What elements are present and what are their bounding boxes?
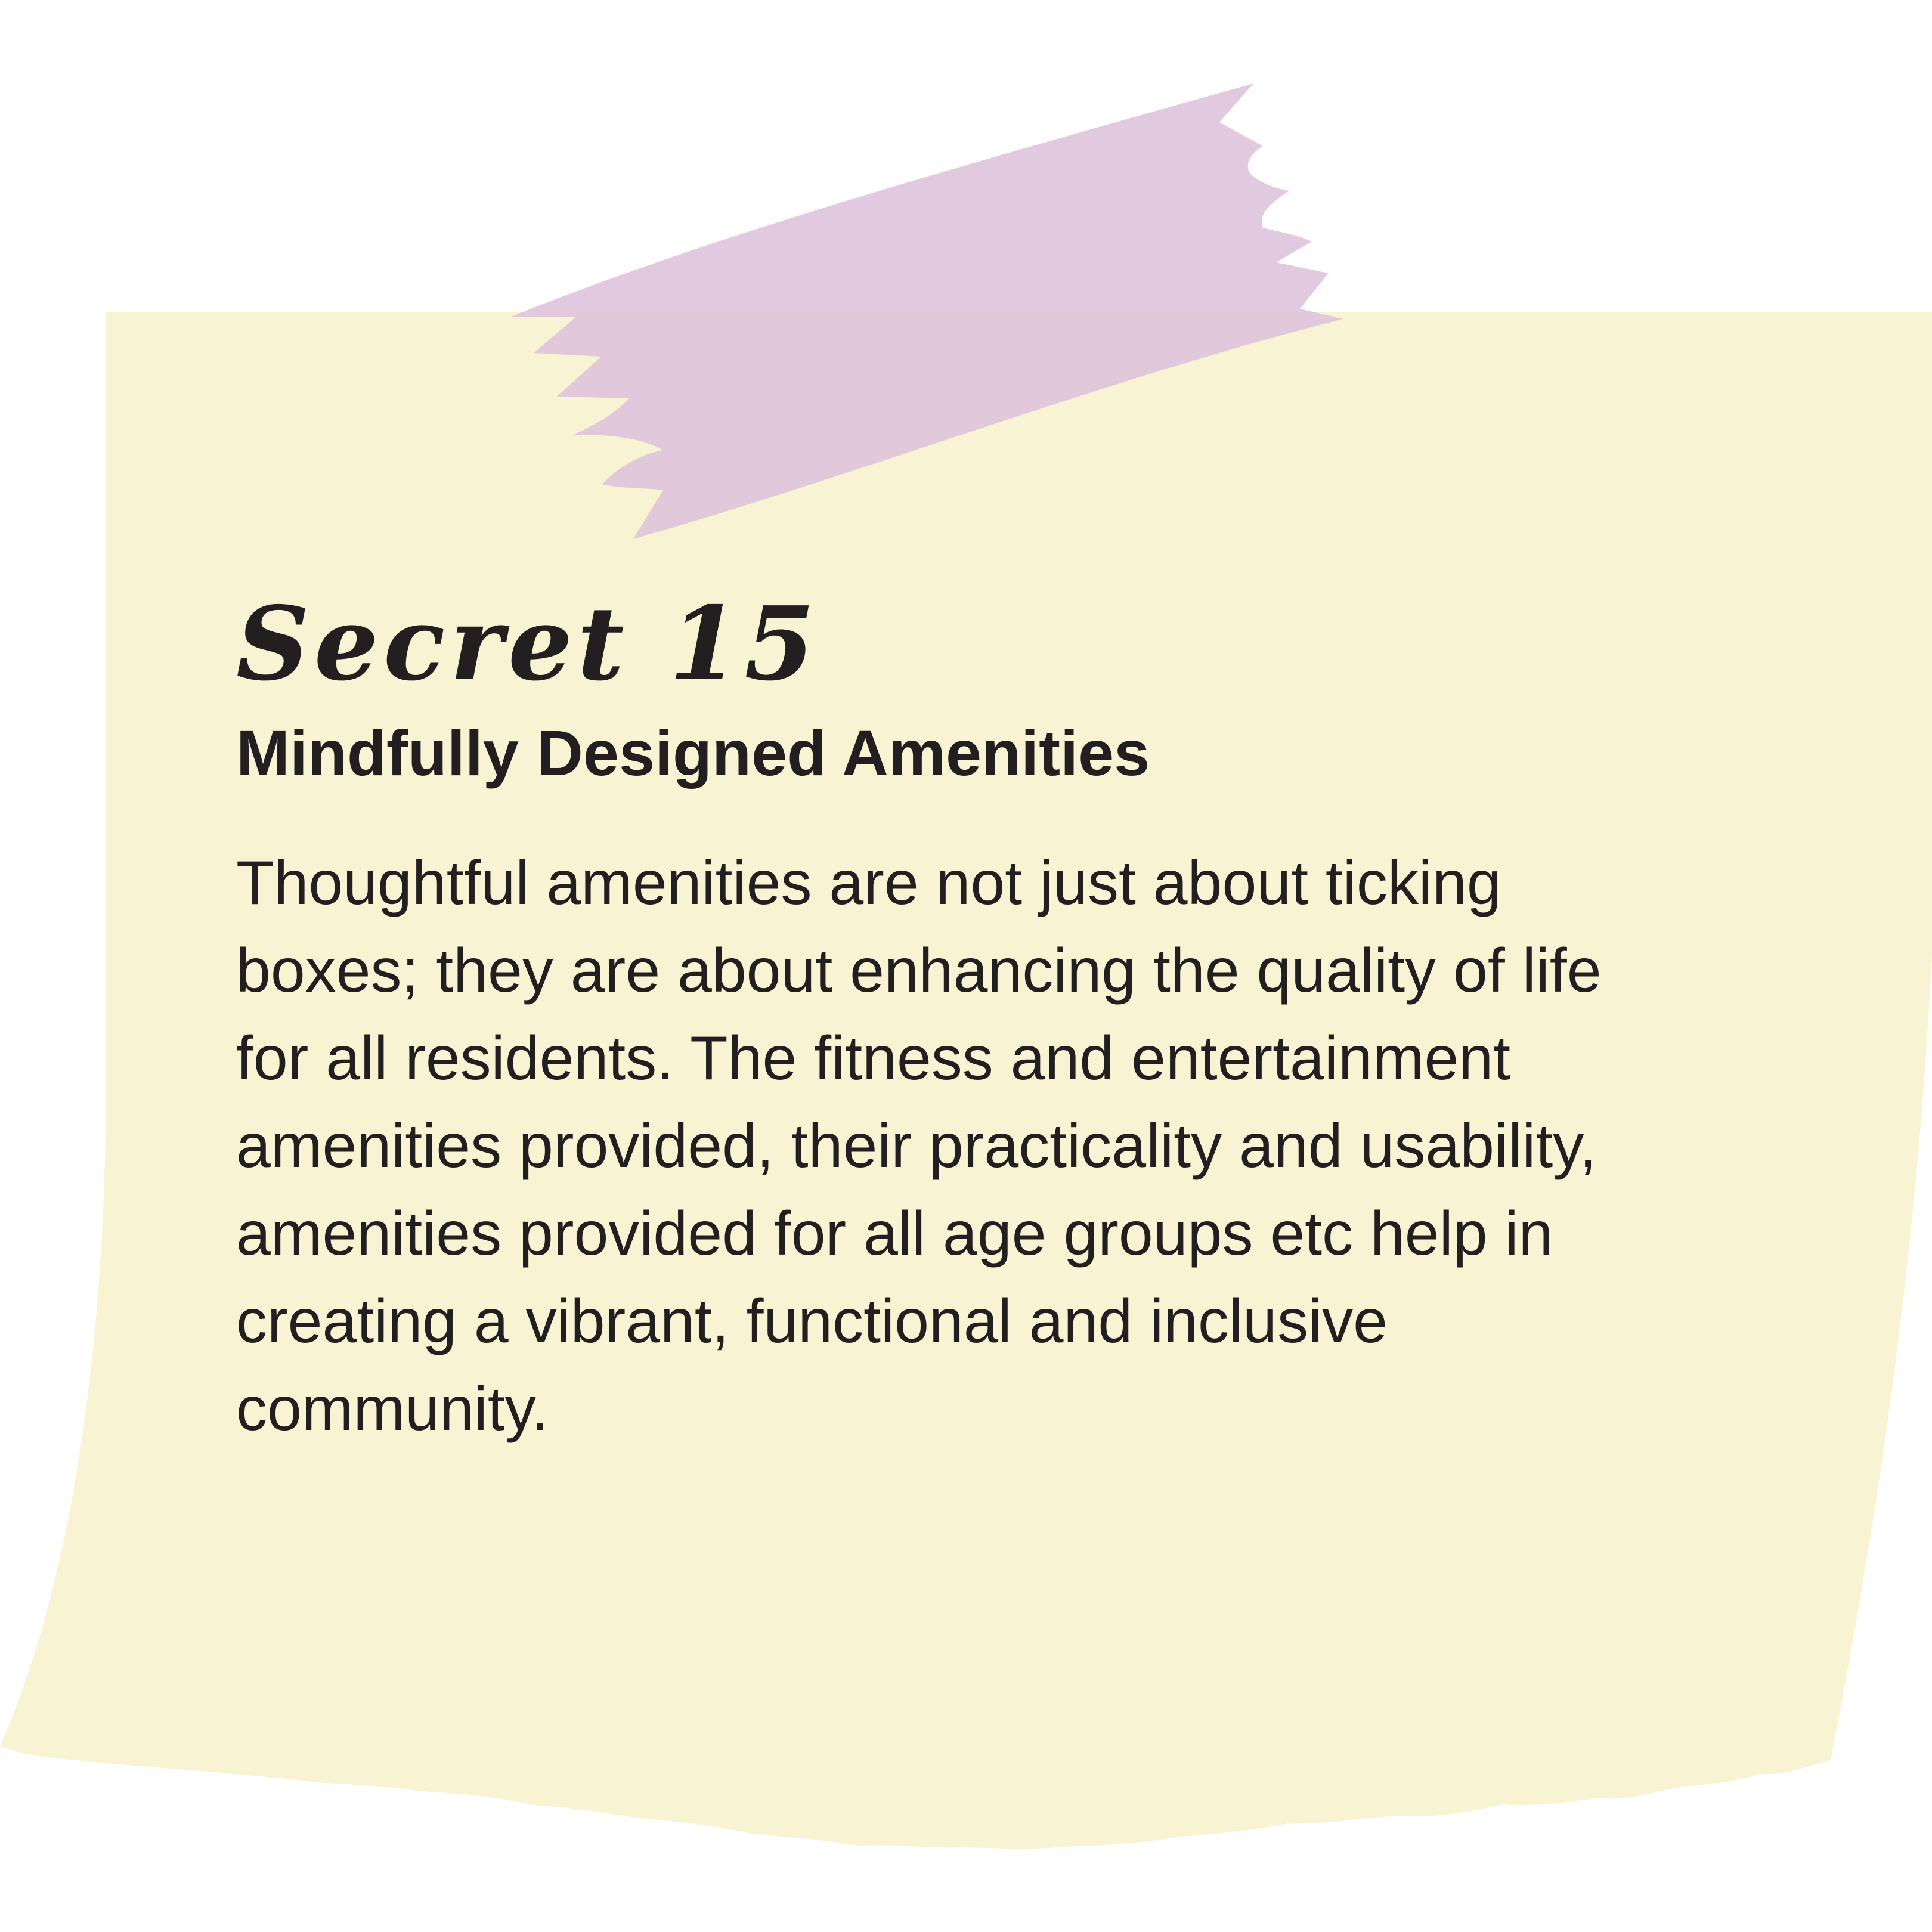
body-line: community.: [236, 1374, 549, 1444]
note-subheading: Mindfully Designed Amenities: [236, 717, 1150, 789]
note-body: Thoughtful amenities are not just about …: [236, 840, 1798, 1453]
body-line: amenities provided for all age groups et…: [236, 1199, 1553, 1268]
sticky-note-card: Secret 15 Mindfully Designed Amenities T…: [0, 0, 1932, 1932]
note-heading: Secret 15: [236, 584, 820, 704]
body-line: boxes; they are about enhancing the qual…: [236, 936, 1602, 1005]
body-line: for all residents. The fitness and enter…: [236, 1024, 1511, 1093]
body-line: creating a vibrant, functional and inclu…: [236, 1287, 1388, 1356]
note-content: Secret 15 Mindfully Designed Amenities T…: [236, 584, 1798, 1453]
body-line: Thoughtful amenities are not just about …: [236, 849, 1501, 918]
body-line: amenities provided, their practicality a…: [236, 1111, 1597, 1181]
